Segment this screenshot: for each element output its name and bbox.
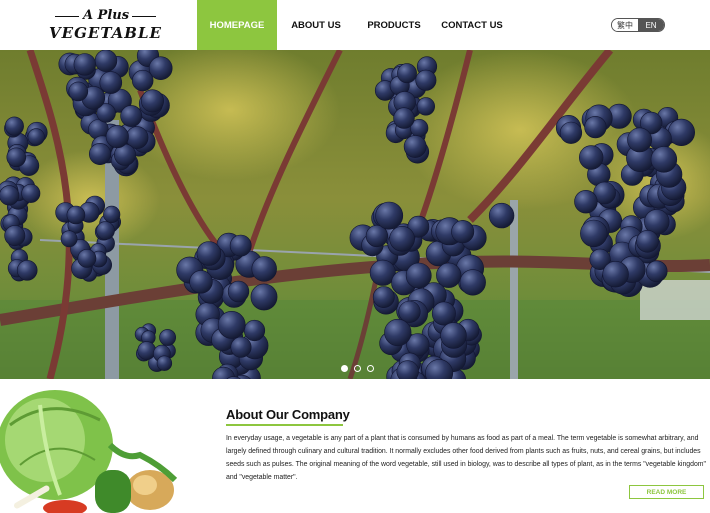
nav-about-us[interactable]: ABOUT US	[277, 0, 355, 50]
grape-berry	[66, 205, 86, 225]
slider-dot-3[interactable]	[367, 365, 374, 372]
grape-berry	[227, 280, 250, 303]
grape-berry	[120, 105, 143, 127]
grape-berry	[405, 262, 432, 289]
language-switcher: 繁中 EN	[611, 18, 665, 32]
grape-berry	[68, 81, 89, 102]
grape-berry	[96, 221, 115, 240]
grape-berry	[132, 69, 154, 92]
grape-berry	[0, 185, 20, 206]
grape-berry	[372, 286, 395, 309]
lang-english[interactable]: EN	[638, 19, 664, 31]
grape-berry	[137, 341, 156, 360]
grape-berry	[584, 115, 607, 139]
grape-berry	[148, 56, 173, 81]
grape-berry	[250, 283, 278, 311]
slider-dot-1[interactable]	[341, 365, 348, 372]
grape-berry	[21, 183, 41, 203]
nav-products[interactable]: PRODUCTS	[355, 0, 433, 50]
logo-top-row: A Plus	[48, 8, 163, 24]
grape-berry	[459, 269, 486, 296]
logo-wordmark: VEGETABLE	[49, 24, 162, 42]
grape-berry	[397, 63, 417, 84]
grape-berry	[645, 260, 668, 283]
grape-berry	[574, 190, 598, 214]
site-logo[interactable]: A Plus VEGETABLE	[48, 5, 163, 45]
grape-berry	[578, 145, 604, 170]
site-header: A Plus VEGETABLE HOMEPAGE ABOUT US PRODU…	[0, 0, 710, 50]
grape-berry	[196, 241, 222, 266]
grape-berry	[416, 97, 436, 116]
grape-berry	[636, 230, 659, 253]
logo-line-left	[55, 16, 79, 17]
grape-berry	[4, 116, 24, 136]
grape-berry	[440, 322, 467, 349]
grape-berry	[230, 336, 252, 358]
vegetables-image	[0, 385, 195, 513]
grape-berry	[6, 147, 27, 168]
grape-berry	[60, 230, 78, 248]
slider-dot-2[interactable]	[354, 365, 361, 372]
grape-berry	[667, 118, 696, 146]
grape-berry	[94, 50, 118, 72]
logo-tagline: A Plus	[82, 8, 130, 23]
read-more-button[interactable]: READ MORE	[629, 485, 704, 499]
logo-line-right	[132, 16, 156, 17]
about-title: About Our Company	[226, 407, 350, 422]
grape-berry	[141, 89, 165, 113]
grape-berry	[89, 143, 112, 166]
grape-berry	[73, 53, 97, 76]
lang-traditional-chinese[interactable]: 繁中	[612, 19, 638, 31]
about-title-underline	[226, 424, 343, 426]
grape-berry	[77, 248, 97, 268]
grape-berry	[27, 128, 45, 146]
grape-berry	[384, 318, 412, 347]
grape-berry	[650, 146, 678, 173]
hero-slider[interactable]	[0, 50, 710, 379]
grape-berry	[398, 300, 421, 323]
grape-berry	[229, 234, 252, 257]
grape-berry	[4, 225, 26, 247]
grape-berry	[251, 256, 277, 282]
nav-homepage[interactable]: HOMEPAGE	[197, 0, 277, 50]
about-description: In everyday usage, a vegetable is any pa…	[226, 435, 706, 481]
grape-berry	[627, 127, 653, 153]
grape-berry	[156, 355, 173, 371]
grape-berry	[103, 205, 121, 223]
slider-pagination	[341, 365, 374, 372]
grape-berry	[217, 310, 246, 339]
grape-berry	[159, 329, 177, 346]
grape-berry	[105, 125, 129, 149]
grape-berry	[431, 301, 456, 326]
grape-berry	[451, 220, 475, 244]
grape-berry	[389, 226, 415, 252]
grape-berry	[559, 121, 583, 144]
grape-berry	[396, 360, 419, 379]
main-nav: HOMEPAGE ABOUT US PRODUCTS CONTACT US	[197, 0, 511, 50]
grape-berry	[393, 107, 415, 129]
nav-contact-us[interactable]: CONTACT US	[433, 0, 511, 50]
grape-berry	[488, 202, 515, 229]
grape-berry	[403, 135, 427, 158]
grape-berry	[99, 71, 123, 94]
grape-berry	[580, 219, 608, 248]
grape-berry	[375, 201, 404, 230]
grape-berry	[415, 69, 437, 91]
grape-berry	[16, 260, 38, 281]
grape-berry	[602, 261, 629, 288]
grape-berry	[189, 270, 213, 294]
hero-image-grapes	[0, 50, 710, 379]
grape-berry	[243, 319, 266, 342]
